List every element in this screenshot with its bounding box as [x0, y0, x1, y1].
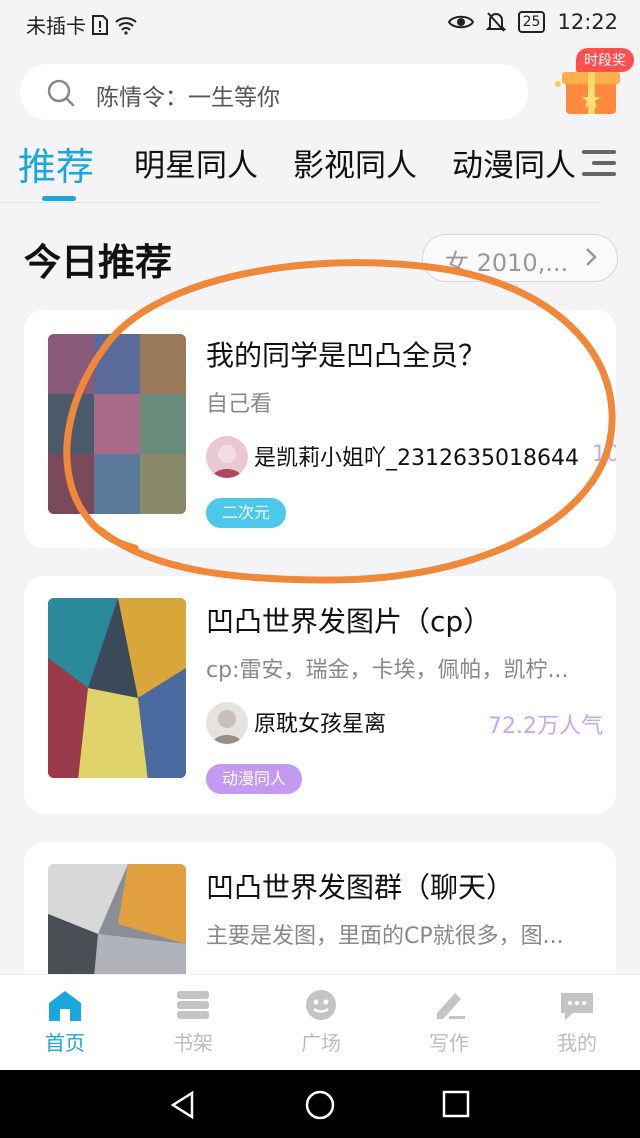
status-bar: 未插卡 25 12:22 [0, 0, 640, 44]
author-name: 原耽女孩星离 [254, 712, 387, 737]
nav-write[interactable]: 写作 [404, 989, 494, 1056]
nav-plaza-label: 广场 [301, 1031, 341, 1055]
recents-icon[interactable] [442, 1090, 470, 1118]
tab-film-fanfic[interactable]: 影视同人 [293, 140, 417, 185]
system-nav-bar [0, 1070, 640, 1138]
story-description: 主要是发图，里面的CP就很多，图... [206, 924, 564, 949]
author-avatar [206, 702, 248, 744]
status-right: 25 12:22 [447, 10, 618, 34]
battery-indicator: 25 [517, 11, 546, 33]
nav-bookshelf[interactable]: 书架 [148, 989, 238, 1056]
popularity-count: 72.2万人气 [488, 714, 603, 739]
carrier-text: 未插卡 [26, 14, 86, 38]
category-menu-icon[interactable] [582, 148, 616, 178]
write-icon [437, 993, 465, 1019]
nav-plaza[interactable]: 广场 [276, 989, 366, 1056]
nav-me-label: 我的 [557, 1031, 597, 1055]
bookshelf-icon [177, 991, 209, 1019]
tab-recommend[interactable]: 推荐 [18, 136, 94, 191]
sim-warning-icon [92, 14, 108, 35]
clock: 12:22 [557, 10, 618, 34]
search-icon [47, 79, 75, 107]
wifi-icon [115, 16, 137, 35]
back-icon[interactable] [168, 1090, 198, 1120]
nav-me[interactable]: 我的 [532, 989, 622, 1056]
active-tab-indicator [42, 196, 76, 201]
annotation-circle [63, 259, 616, 584]
home-circle-icon[interactable] [304, 1089, 336, 1121]
plaza-icon [306, 990, 336, 1020]
gift-badge: 时段奖 [576, 48, 634, 72]
eye-icon [447, 15, 474, 29]
search-placeholder: 陈情令：一生等你 [96, 85, 280, 111]
search-bar[interactable]: 陈情令：一生等你 [20, 64, 528, 120]
gift-reward-button[interactable]: 时段奖 [548, 44, 640, 120]
tabs-divider [0, 202, 600, 203]
tab-anime-fanfic[interactable]: 动漫同人 [452, 140, 576, 185]
bottom-nav: 首页 书架 广场 写作 我的 [0, 974, 640, 1071]
nav-home[interactable]: 首页 [20, 989, 110, 1056]
mute-bell-icon [485, 12, 506, 32]
nav-bookshelf-label: 书架 [173, 1031, 213, 1055]
chat-profile-icon [561, 993, 593, 1020]
story-description: cp:雷安，瑞金，卡埃，佩帕，凯柠... [206, 658, 569, 683]
category-tabs: 推荐 明星同人 影视同人 动漫同人 [0, 140, 640, 210]
tab-celebrity-fanfic[interactable]: 明星同人 [134, 140, 258, 185]
story-title: 凹凸世界发图群（聊天） [206, 871, 515, 904]
story-cover [48, 598, 186, 778]
status-left: 未插卡 [26, 10, 138, 39]
nav-home-label: 首页 [45, 1031, 85, 1055]
nav-write-label: 写作 [429, 1031, 469, 1055]
home-icon [49, 991, 81, 1021]
genre-tag[interactable]: 动漫同人 [206, 764, 303, 794]
story-card[interactable]: 凹凸世界发图片（cp） cp:雷安，瑞金，卡埃，佩帕，凯柠... 原耽女孩星离 … [24, 576, 616, 814]
